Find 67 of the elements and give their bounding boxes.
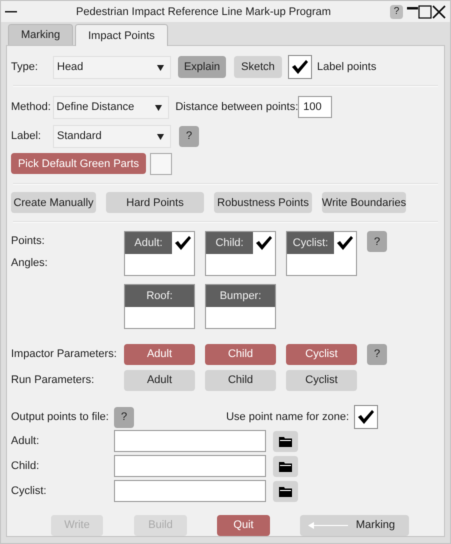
box-label: Bumper:: [218, 290, 262, 302]
close-icon[interactable]: [432, 4, 446, 18]
parameter-button[interactable]: Adult: [124, 370, 195, 390]
folder-icon: [279, 460, 292, 472]
button[interactable]: Explain: [178, 56, 226, 78]
field-label: Run Parameters:: [11, 374, 96, 386]
field-label: Points:: [11, 235, 46, 247]
dropdown-arrow-icon: [157, 132, 164, 140]
parameter-button[interactable]: Cyclist: [286, 370, 357, 390]
parameter-button[interactable]: Adult: [124, 344, 195, 364]
distance-field[interactable]: 100: [298, 96, 332, 118]
folder-icon: [279, 436, 292, 446]
checkbox-label: Use point name for zone:: [226, 411, 349, 423]
arrow-icon: [308, 520, 348, 530]
field-label: Child:: [11, 460, 40, 472]
field-label: Type:: [11, 61, 39, 73]
pick-parts-button[interactable]: Pick Default Green Parts: [11, 153, 146, 174]
dropdown-arrow-icon: [155, 104, 162, 110]
checkbox[interactable]: [172, 232, 194, 254]
checkbox[interactable]: [253, 232, 275, 254]
type-dropdown[interactable]: Head: [53, 56, 171, 78]
dropdown-arrow-icon: [157, 64, 164, 70]
checkbox-label: Label points: [317, 61, 376, 73]
parameter-button[interactable]: Cyclist: [286, 344, 357, 364]
parameter-button[interactable]: Child: [205, 370, 276, 390]
maximize-icon[interactable]: [418, 4, 432, 18]
field-label: Cyclist:: [11, 485, 48, 497]
checkbox[interactable]: [288, 55, 312, 79]
action-button[interactable]: Hard Points: [106, 192, 204, 213]
action-button[interactable]: Robustness Points: [214, 192, 312, 213]
field-label: Label:: [11, 130, 42, 142]
field-label: Impactor Parameters:: [11, 348, 114, 360]
help-button[interactable]: ?: [367, 231, 387, 252]
file-field[interactable]: [114, 455, 266, 477]
folder-button[interactable]: [273, 456, 298, 476]
checkbox[interactable]: [354, 405, 378, 429]
field-label: Method:: [11, 101, 52, 113]
label-dropdown[interactable]: Standard: [53, 124, 171, 148]
action-button[interactable]: Write Boundaries: [322, 192, 406, 213]
field-label: Distance between points:: [175, 101, 298, 113]
field-label: Angles:: [11, 257, 49, 269]
method-dropdown[interactable]: Define Distance: [52, 96, 170, 118]
help-button[interactable]: ?: [367, 344, 387, 364]
action-button[interactable]: Create Manually: [11, 192, 96, 213]
button[interactable]: Sketch: [234, 56, 282, 78]
tab[interactable]: Impact Points: [75, 24, 168, 46]
file-field[interactable]: [114, 430, 266, 452]
box-label: Child:: [214, 237, 245, 249]
help-button[interactable]: ?: [390, 4, 403, 18]
folder-button[interactable]: [273, 430, 298, 452]
folder-icon: [279, 486, 292, 496]
checkbox[interactable]: [334, 232, 356, 254]
window-title: Pedestrian Impact Reference Line Mark-up Program: [75, 6, 332, 18]
parameter-button[interactable]: Child: [205, 344, 276, 364]
help-button[interactable]: ?: [114, 406, 134, 428]
folder-button[interactable]: [273, 480, 298, 502]
footer-button[interactable]: Quit: [217, 514, 270, 536]
file-field[interactable]: [114, 480, 266, 502]
box-label: Cyclist:: [292, 237, 330, 249]
box-label: Adult:: [133, 237, 164, 249]
box-label: Roof:: [145, 290, 174, 302]
colour-swatch[interactable]: [150, 152, 172, 174]
help-button[interactable]: ?: [179, 126, 199, 146]
field-label: Adult:: [11, 435, 40, 447]
tab[interactable]: Marking: [8, 24, 74, 45]
field-label: Output points to file:: [11, 411, 110, 423]
footer-button[interactable]: Marking: [300, 514, 409, 536]
